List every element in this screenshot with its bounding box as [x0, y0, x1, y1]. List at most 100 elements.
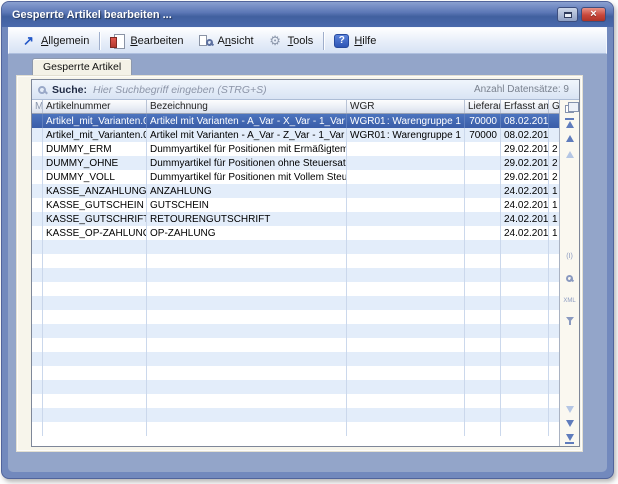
cell-bezeichnung: ANZAHLUNG	[147, 184, 347, 198]
restore-icon	[564, 12, 572, 18]
table-row[interactable]: DUMMY_VOLLDummyartikel für Positionen mi…	[32, 170, 559, 184]
table-row-empty[interactable]	[32, 366, 559, 380]
title-bar[interactable]: Gesperrte Artikel bearbeiten ... ×	[2, 2, 613, 27]
cell-artikelnummer: Artikel_mit_Varianten.001	[43, 114, 147, 128]
cell-erfasst-am	[501, 310, 549, 324]
table-row[interactable]: DUMMY_ERMDummyartikel für Positionen mit…	[32, 142, 559, 156]
cell-bezeichnung: RETOURENGUTSCHRIFT	[147, 212, 347, 226]
cell-m	[32, 268, 43, 282]
cell-artikelnummer: KASSE_OP-ZAHLUNG	[43, 226, 147, 240]
cell-g	[549, 254, 559, 268]
cell-g: 1	[549, 212, 559, 226]
column-header-artikelnummer[interactable]: Artikelnummer	[43, 100, 147, 113]
cell-artikelnummer	[43, 324, 147, 338]
table-row[interactable]: KASSE_OP-ZAHLUNGOP-ZAHLUNG24.02.20121	[32, 226, 559, 240]
table-row[interactable]: KASSE_GUTSCHRIFTRETOURENGUTSCHRIFT24.02.…	[32, 212, 559, 226]
record-count: Anzahl Datensätze: 9	[474, 84, 573, 95]
cell-wgr	[347, 380, 465, 394]
cell-artikelnummer	[43, 380, 147, 394]
cell-wgr	[347, 170, 465, 184]
cell-m	[32, 422, 43, 436]
restore-button[interactable]	[557, 7, 578, 22]
table-row-empty[interactable]	[32, 296, 559, 310]
cell-g: 1	[549, 198, 559, 212]
column-chooser-icon[interactable]	[565, 105, 574, 113]
cell-erfasst-am	[501, 268, 549, 282]
column-header-bezeichnung[interactable]: Bezeichnung	[147, 100, 347, 113]
scroll-page-down-icon	[566, 406, 574, 413]
scroll-up-button[interactable]	[562, 132, 577, 145]
table-row[interactable]: Artikel_mit_Varianten.001Artikel mit Var…	[32, 114, 559, 128]
menu-item-ansicht[interactable]: Ansicht	[191, 32, 261, 50]
table-row-empty[interactable]	[32, 408, 559, 422]
cell-wgr	[347, 184, 465, 198]
menu-label: Bearbeiten	[130, 35, 183, 47]
data-grid: MArtikelnummerBezeichnungWGRLieferantErf…	[32, 100, 559, 446]
cell-artikelnummer: KASSE_GUTSCHEIN	[43, 198, 147, 212]
table-row-empty[interactable]	[32, 422, 559, 436]
menu-item-bearbeiten[interactable]: Bearbeiten	[103, 32, 190, 50]
cell-m	[32, 128, 43, 142]
cell-bezeichnung	[147, 254, 347, 268]
cell-lieferant	[465, 338, 501, 352]
menu-item-allgemein[interactable]: Allgemein	[14, 32, 96, 50]
table-row-empty[interactable]	[32, 240, 559, 254]
table-row-empty[interactable]	[32, 324, 559, 338]
grid-search-button[interactable]	[562, 272, 577, 285]
cell-g	[549, 408, 559, 422]
filter-button[interactable]	[562, 313, 577, 326]
menu-item-hilfe[interactable]: Hilfe	[327, 32, 383, 50]
scroll-page-down-button[interactable]	[562, 403, 577, 416]
table-row-empty[interactable]	[32, 254, 559, 268]
search-input[interactable]: Hier Suchbegriff eingeben (STRG+S)	[93, 84, 468, 96]
table-row[interactable]: KASSE_GUTSCHEINGUTSCHEIN24.02.20121	[32, 198, 559, 212]
table-row[interactable]: Artikel_mit_Varianten.002Artikel mit Var…	[32, 128, 559, 142]
menu-item-tools[interactable]: Tools	[261, 32, 321, 50]
column-header-lieferant[interactable]: Lieferant	[465, 100, 501, 113]
cell-wgr	[347, 394, 465, 408]
table-row-empty[interactable]	[32, 310, 559, 324]
scroll-up-icon	[566, 135, 574, 142]
cell-wgr	[347, 254, 465, 268]
column-header-m[interactable]: M	[32, 100, 43, 113]
table-row-empty[interactable]	[32, 380, 559, 394]
grid-area: MArtikelnummerBezeichnungWGRLieferantErf…	[32, 100, 579, 446]
column-width-button[interactable]: (I)	[562, 250, 577, 263]
scroll-to-bottom-button[interactable]	[562, 432, 577, 445]
close-button[interactable]: ×	[581, 7, 606, 22]
cell-g: 2	[549, 156, 559, 170]
table-row-empty[interactable]	[32, 282, 559, 296]
search-bar[interactable]: Suche: Hier Suchbegriff eingeben (STRG+S…	[32, 80, 579, 100]
column-header-erfasst-am[interactable]: Erfasst am	[501, 100, 549, 113]
table-row[interactable]: KASSE_ANZAHLUNGANZAHLUNG24.02.20121	[32, 184, 559, 198]
menu-label: Hilfe	[354, 35, 376, 47]
cell-bezeichnung	[147, 422, 347, 436]
toolbar: Allgemein Bearbeiten AnsichtTools Hilfe	[8, 27, 607, 54]
table-row-empty[interactable]	[32, 268, 559, 282]
cell-wgr	[347, 198, 465, 212]
table-row-empty[interactable]	[32, 352, 559, 366]
column-header-wgr[interactable]: WGR	[347, 100, 465, 113]
xml-export-button[interactable]: XML	[562, 294, 577, 307]
cell-g: 2	[549, 142, 559, 156]
cell-erfasst-am	[501, 408, 549, 422]
scroll-to-top-button[interactable]	[562, 116, 577, 129]
cell-artikelnummer	[43, 268, 147, 282]
cell-g	[549, 338, 559, 352]
table-row-empty[interactable]	[32, 394, 559, 408]
cell-m	[32, 296, 43, 310]
table-row[interactable]: DUMMY_OHNEDummyartikel für Positionen oh…	[32, 156, 559, 170]
column-header-g[interactable]: G	[549, 100, 559, 113]
tab-gesperrte-artikel[interactable]: Gesperrte Artikel	[32, 58, 132, 76]
scroll-page-up-button[interactable]	[562, 148, 577, 161]
cell-artikelnummer: Artikel_mit_Varianten.002	[43, 128, 147, 142]
toolbar-separator	[99, 32, 100, 50]
cell-g	[549, 352, 559, 366]
cell-lieferant	[465, 422, 501, 436]
scroll-down-button[interactable]	[562, 417, 577, 430]
table-row-empty[interactable]	[32, 338, 559, 352]
app-window: Gesperrte Artikel bearbeiten ... × Allge…	[1, 1, 614, 479]
cell-lieferant	[465, 170, 501, 184]
cell-erfasst-am	[501, 324, 549, 338]
cell-erfasst-am	[501, 240, 549, 254]
